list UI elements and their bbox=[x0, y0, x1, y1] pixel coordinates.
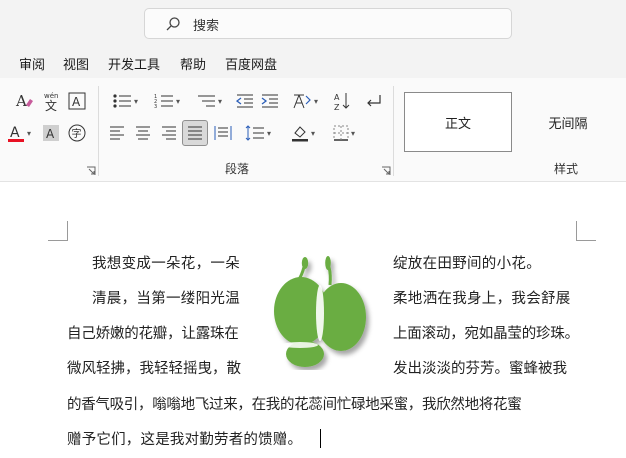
chevron-down-icon: ▾ bbox=[175, 96, 180, 106]
menu-review[interactable]: 审阅 bbox=[19, 54, 45, 73]
svg-text:文: 文 bbox=[45, 98, 57, 112]
font-color-icon: A bbox=[7, 125, 24, 142]
text-line-left: 微风轻拂，我轻轻摇曳，散 bbox=[67, 361, 241, 377]
search-input[interactable]: 搜索 bbox=[144, 8, 512, 39]
style-no-spacing[interactable]: 无间隔 bbox=[514, 92, 622, 152]
chinese-layout-icon bbox=[293, 94, 311, 109]
numbering-button[interactable]: 123 ▾ bbox=[148, 90, 186, 112]
fruit-image[interactable] bbox=[268, 255, 378, 370]
character-border-button[interactable]: A bbox=[66, 90, 88, 112]
paragraph-dialog-launcher-icon[interactable] bbox=[381, 166, 391, 176]
fruit-illustration-icon bbox=[274, 256, 366, 367]
ribbon: A wén 文 A A ▾ A 字 ▾ 1 2 3 ▾ ▾ ▾ A Z ▾ ▾ … bbox=[0, 78, 626, 182]
clear-formatting-icon: A bbox=[15, 92, 33, 110]
svg-text:A: A bbox=[15, 92, 27, 110]
align-right-button[interactable] bbox=[158, 122, 180, 144]
menu-bar: 审阅 视图 开发工具 帮助 百度网盘 bbox=[0, 48, 626, 78]
chevron-down-icon: ▾ bbox=[133, 96, 138, 106]
text-line-left: 我想变成一朵花，一朵 bbox=[92, 256, 240, 272]
align-left-icon bbox=[110, 126, 124, 140]
style-normal[interactable]: 正文 bbox=[404, 92, 512, 152]
title-bar: 搜索 bbox=[0, 0, 626, 48]
svg-text:A: A bbox=[334, 93, 340, 102]
search-placeholder: 搜索 bbox=[193, 19, 220, 34]
styles-group-label: 样式 bbox=[554, 162, 579, 176]
margin-corner-mark bbox=[48, 221, 68, 241]
borders-icon bbox=[333, 125, 349, 141]
text-line-right: 上面滚动，宛如晶莹的珍珠。 bbox=[393, 326, 579, 342]
borders-button[interactable]: ▾ bbox=[326, 122, 362, 144]
align-left-button[interactable] bbox=[106, 122, 128, 144]
chevron-down-icon: ▾ bbox=[217, 96, 222, 106]
align-right-icon bbox=[162, 126, 176, 140]
text-line-right: 绽放在田野间的小花。 bbox=[393, 256, 541, 272]
distributed-icon bbox=[214, 126, 232, 140]
phonetic-guide-button[interactable]: wén 文 bbox=[40, 90, 64, 112]
decrease-indent-icon bbox=[236, 94, 253, 108]
menu-developer[interactable]: 开发工具 bbox=[108, 54, 160, 73]
justify-icon bbox=[188, 126, 202, 140]
clear-formatting-button[interactable]: A bbox=[12, 90, 36, 112]
enclose-characters-button[interactable]: 字 bbox=[66, 122, 88, 144]
sort-button[interactable]: A Z bbox=[331, 90, 353, 112]
styles-gallery: 正文 无间隔 bbox=[402, 92, 626, 156]
text-line-right: 发出淡淡的芬芳。蜜蜂被我 bbox=[393, 361, 567, 377]
chevron-down-icon: ▾ bbox=[266, 128, 271, 138]
text-line-full: 的香气吸引，嗡嗡地飞过来，在我的花蕊间忙碌地采蜜，我欣然地将花蜜 bbox=[67, 397, 522, 413]
svg-text:Z: Z bbox=[334, 103, 340, 111]
menu-baidu-netdisk[interactable]: 百度网盘 bbox=[225, 54, 277, 73]
group-separator bbox=[393, 86, 394, 176]
shading-button[interactable]: ▾ bbox=[285, 122, 321, 144]
svg-text:A: A bbox=[72, 95, 81, 109]
text-line-right: 柔地洒在我身上，我会舒展 bbox=[393, 291, 571, 307]
align-center-icon bbox=[136, 126, 150, 140]
bullets-icon bbox=[113, 94, 131, 108]
margin-corner-mark bbox=[576, 221, 596, 241]
chevron-down-icon: ▾ bbox=[350, 128, 355, 138]
search-icon bbox=[166, 17, 180, 31]
text-cursor bbox=[320, 429, 321, 448]
multilevel-list-icon bbox=[197, 95, 215, 107]
enclose-characters-icon: 字 bbox=[68, 124, 86, 142]
menu-help[interactable]: 帮助 bbox=[180, 54, 206, 73]
align-center-button[interactable] bbox=[132, 122, 154, 144]
font-dialog-launcher-icon[interactable] bbox=[86, 166, 96, 176]
text-line-full: 赠予它们，这是我对勤劳者的馈赠。 bbox=[67, 432, 303, 448]
paragraph-group-label: 段落 bbox=[225, 162, 250, 176]
character-shading-button[interactable]: A bbox=[40, 122, 62, 144]
phonetic-guide-icon: wén 文 bbox=[44, 92, 58, 112]
menu-view[interactable]: 视图 bbox=[63, 54, 89, 73]
text-line-left: 清晨，当第一缕阳光温 bbox=[92, 291, 240, 307]
font-color-button[interactable]: A ▾ bbox=[2, 122, 36, 144]
chevron-down-icon: ▾ bbox=[310, 128, 315, 138]
increase-indent-icon bbox=[261, 94, 278, 108]
svg-text:A: A bbox=[46, 127, 55, 141]
line-spacing-icon bbox=[245, 125, 264, 141]
sort-icon: A Z bbox=[334, 93, 350, 111]
paint-bucket-icon bbox=[291, 126, 308, 142]
increase-indent-button[interactable] bbox=[259, 90, 281, 112]
chevron-down-icon: ▾ bbox=[26, 128, 31, 138]
paragraph-mark-icon bbox=[367, 95, 381, 107]
text-line-left: 自己娇嫩的花瓣，让露珠在 bbox=[67, 326, 239, 342]
multilevel-list-button[interactable]: ▾ bbox=[190, 90, 228, 112]
decrease-indent-button[interactable] bbox=[234, 90, 256, 112]
show-paragraph-marks-button[interactable] bbox=[362, 90, 384, 112]
document-page[interactable]: 我想变成一朵花，一朵 绽放在田野间的小花。 清晨，当第一缕阳光温 柔地洒在我身上… bbox=[0, 183, 626, 458]
svg-text:字: 字 bbox=[72, 127, 82, 140]
character-shading-icon: A bbox=[43, 125, 59, 141]
line-spacing-button[interactable]: ▾ bbox=[240, 122, 276, 144]
character-border-icon: A bbox=[68, 92, 86, 110]
chevron-down-icon: ▾ bbox=[313, 96, 318, 106]
group-separator bbox=[98, 86, 99, 176]
distributed-button[interactable] bbox=[212, 122, 234, 144]
justify-button[interactable] bbox=[182, 120, 208, 146]
svg-text:A: A bbox=[10, 125, 20, 141]
numbering-icon: 123 bbox=[154, 94, 173, 109]
chinese-layout-button[interactable]: ▾ bbox=[287, 90, 323, 112]
svg-text:3: 3 bbox=[154, 104, 157, 109]
bullets-button[interactable]: ▾ bbox=[106, 90, 144, 112]
